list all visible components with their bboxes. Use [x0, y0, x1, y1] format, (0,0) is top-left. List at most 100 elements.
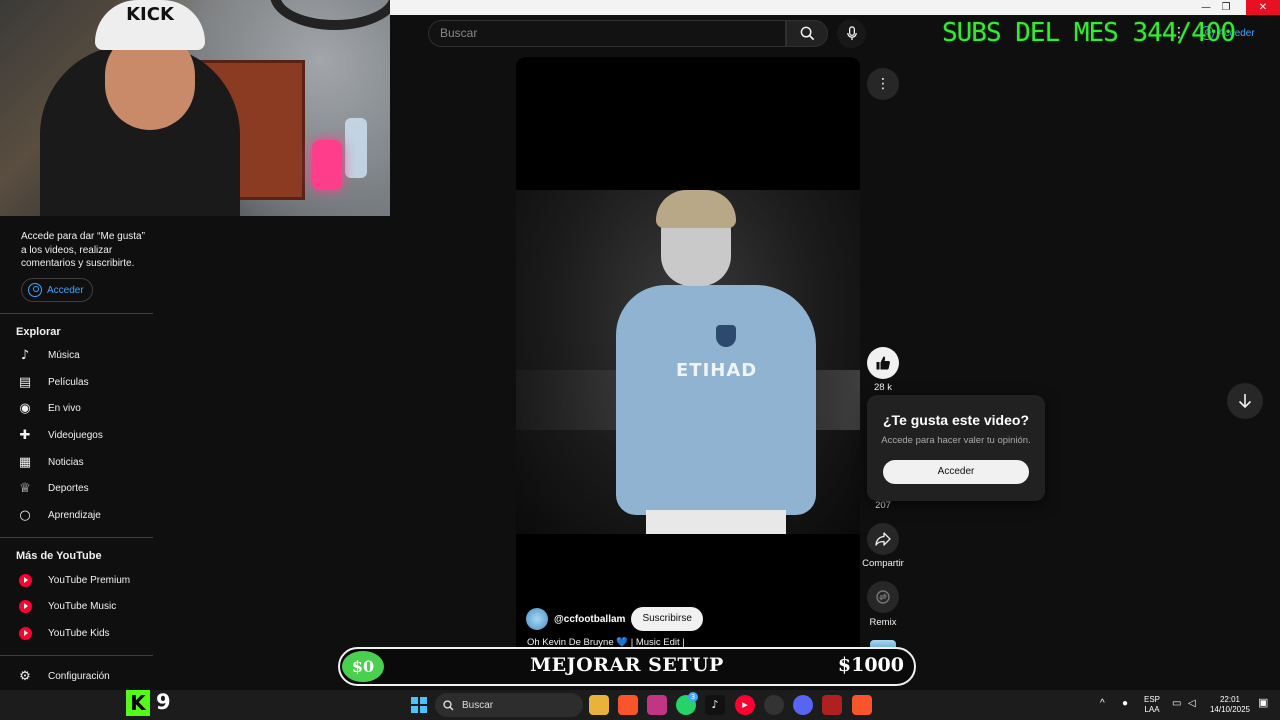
- network-icon[interactable]: ▭: [1172, 699, 1181, 709]
- like-button[interactable]: [867, 347, 899, 379]
- share-icon: [875, 532, 891, 546]
- kick-viewer-count: 9: [156, 690, 171, 714]
- remix-button[interactable]: [867, 581, 899, 613]
- channel-row: @ccfootballam Suscribirse: [526, 607, 703, 631]
- microphone: [312, 140, 342, 190]
- sidebar-item-label: Noticias: [48, 456, 84, 468]
- tray-mic-icon[interactable]: ●: [1122, 699, 1128, 709]
- subs-goal-overlay: SUBS DEL MES 344/400: [942, 18, 1236, 48]
- like-count: 28 k: [874, 382, 892, 393]
- search-icon: [800, 26, 814, 41]
- more-youtube-title: Más de YouTube: [16, 550, 102, 562]
- youtube-premium-icon: [16, 571, 34, 589]
- language-indicator[interactable]: ESP LAA: [1143, 695, 1161, 715]
- sidebar-item-youtube-kids[interactable]: YouTube Kids: [0, 620, 153, 646]
- file-explorer-icon[interactable]: [589, 695, 609, 715]
- voicemeeter-icon[interactable]: [822, 695, 842, 715]
- sidebar-item-learning[interactable]: ○ Aprendizaje: [0, 502, 153, 528]
- divider: [0, 655, 153, 656]
- sidebar-signin-label: Acceder: [47, 284, 84, 296]
- live-icon: ◉: [19, 400, 31, 416]
- share-label: Compartir: [862, 558, 904, 569]
- tray-expand-icon[interactable]: ^: [1100, 699, 1105, 709]
- share-button[interactable]: [867, 523, 899, 555]
- sidebar-item-live[interactable]: ◉ En vivo: [0, 395, 153, 421]
- notification-icon[interactable]: ▣: [1258, 698, 1268, 709]
- sidebar-item-label: En vivo: [48, 402, 81, 414]
- remix-icon: [876, 590, 890, 604]
- signin-prompt-text: Accede para dar “Me gusta” a los videos,…: [21, 231, 145, 269]
- system-clock[interactable]: 22:01 14/10/2025: [1205, 695, 1255, 715]
- footballer-shorts: [646, 510, 786, 534]
- sidebar-item-youtube-music[interactable]: YouTube Music: [0, 593, 153, 619]
- channel-name[interactable]: @ccfootballam: [554, 614, 625, 625]
- search-button[interactable]: [786, 20, 828, 47]
- explore-title: Explorar: [16, 326, 61, 338]
- instagram-icon[interactable]: [647, 695, 667, 715]
- close-window-button[interactable]: ✕: [1246, 0, 1280, 15]
- voice-search-button[interactable]: [837, 19, 866, 48]
- brave-browser-icon[interactable]: [618, 695, 638, 715]
- sidebar-item-music[interactable]: ♪ Música: [0, 342, 153, 368]
- kick-logo: K: [126, 690, 150, 716]
- sidebar-item-movies[interactable]: ▤ Películas: [0, 369, 153, 395]
- sidebar-item-sports[interactable]: ♕ Deportes: [0, 475, 153, 501]
- sidebar-item-news[interactable]: ▦ Noticias: [0, 449, 153, 475]
- next-video-button[interactable]: [1227, 383, 1263, 419]
- sidebar-item-gaming[interactable]: ✚ Videojuegos: [0, 422, 153, 448]
- search-input[interactable]: Buscar: [428, 20, 786, 47]
- youtube-kids-icon: [16, 624, 34, 642]
- divider: [0, 313, 153, 314]
- sidebar-item-label: YouTube Music: [48, 600, 117, 612]
- sidebar-item-label: Videojuegos: [48, 429, 103, 441]
- bulb-icon: ○: [19, 507, 31, 523]
- remix-label: Remix: [869, 617, 897, 628]
- clock-time: 22:01: [1219, 695, 1241, 704]
- clock-date: 14/10/2025: [1209, 705, 1251, 714]
- like-signin-popup: ¿Te gusta este video? Accede para hacer …: [867, 395, 1045, 501]
- sidebar-item-label: Aprendizaje: [48, 509, 101, 521]
- taskbar-search[interactable]: Buscar: [435, 693, 583, 717]
- popup-subtitle: Accede para hacer valer tu opinión.: [881, 435, 1031, 446]
- news-icon: ▦: [18, 454, 32, 470]
- brave-browser-2-icon[interactable]: [852, 695, 872, 715]
- sidebar-item-label: YouTube Premium: [48, 574, 131, 586]
- sidebar-item-label: Deportes: [48, 482, 89, 494]
- channel-avatar[interactable]: [526, 608, 548, 630]
- donation-goal-bar: $0 MEJORAR SETUP $1000: [338, 647, 916, 686]
- music-note-icon: ♪: [20, 347, 30, 363]
- obs-icon[interactable]: [764, 695, 784, 715]
- discord-icon[interactable]: [793, 695, 813, 715]
- sidebar-item-label: YouTube Kids: [48, 627, 110, 639]
- sidebar-item-youtube-premium[interactable]: YouTube Premium: [0, 567, 153, 593]
- video-frame[interactable]: ETIHAD: [516, 190, 860, 534]
- arrow-down-icon: [1238, 394, 1252, 409]
- sidebar-signin-button[interactable]: Acceder: [21, 278, 93, 302]
- youtube-app-icon[interactable]: ▸: [735, 695, 755, 715]
- shorts-player[interactable]: ETIHAD @ccfootballam Suscribirse Oh Kevi…: [516, 57, 860, 667]
- sidebar-item-label: Películas: [48, 376, 89, 388]
- whatsapp-badge: 3: [688, 692, 698, 702]
- volume-icon[interactable]: ◁: [1188, 699, 1196, 709]
- windows-start-icon[interactable]: [411, 697, 427, 713]
- divider: [0, 537, 153, 538]
- subscribe-button[interactable]: Suscribirse: [631, 607, 703, 631]
- language-top: ESP: [1143, 695, 1160, 704]
- sidebar-item-label: Música: [48, 349, 80, 361]
- microphone-icon: [846, 26, 857, 41]
- browser-titlebar: — ❐ ✕: [390, 0, 1280, 15]
- restore-button[interactable]: ❐: [1212, 0, 1240, 15]
- gamepad-icon: ✚: [19, 427, 31, 443]
- water-bottle: [345, 118, 367, 178]
- popup-title: ¿Te gusta este video?: [883, 412, 1029, 428]
- club-badge: [716, 325, 736, 347]
- goal-label: MEJORAR SETUP: [530, 654, 724, 676]
- popup-signin-button[interactable]: Acceder: [883, 460, 1029, 484]
- taskbar-search-label: Buscar: [462, 699, 494, 711]
- shirt-sponsor: ETIHAD: [676, 360, 758, 381]
- sidebar-item-label: Configuración: [48, 670, 110, 682]
- more-options-button[interactable]: ⋮: [867, 68, 899, 100]
- sidebar-item-settings[interactable]: ⚙ Configuración: [0, 663, 153, 689]
- taskbar-content: Buscar 3 ♪ ▸ ^ ● ESP LAA ▭ ◁ 22:01 14/10…: [0, 690, 1280, 720]
- tiktok-icon[interactable]: ♪: [705, 695, 725, 715]
